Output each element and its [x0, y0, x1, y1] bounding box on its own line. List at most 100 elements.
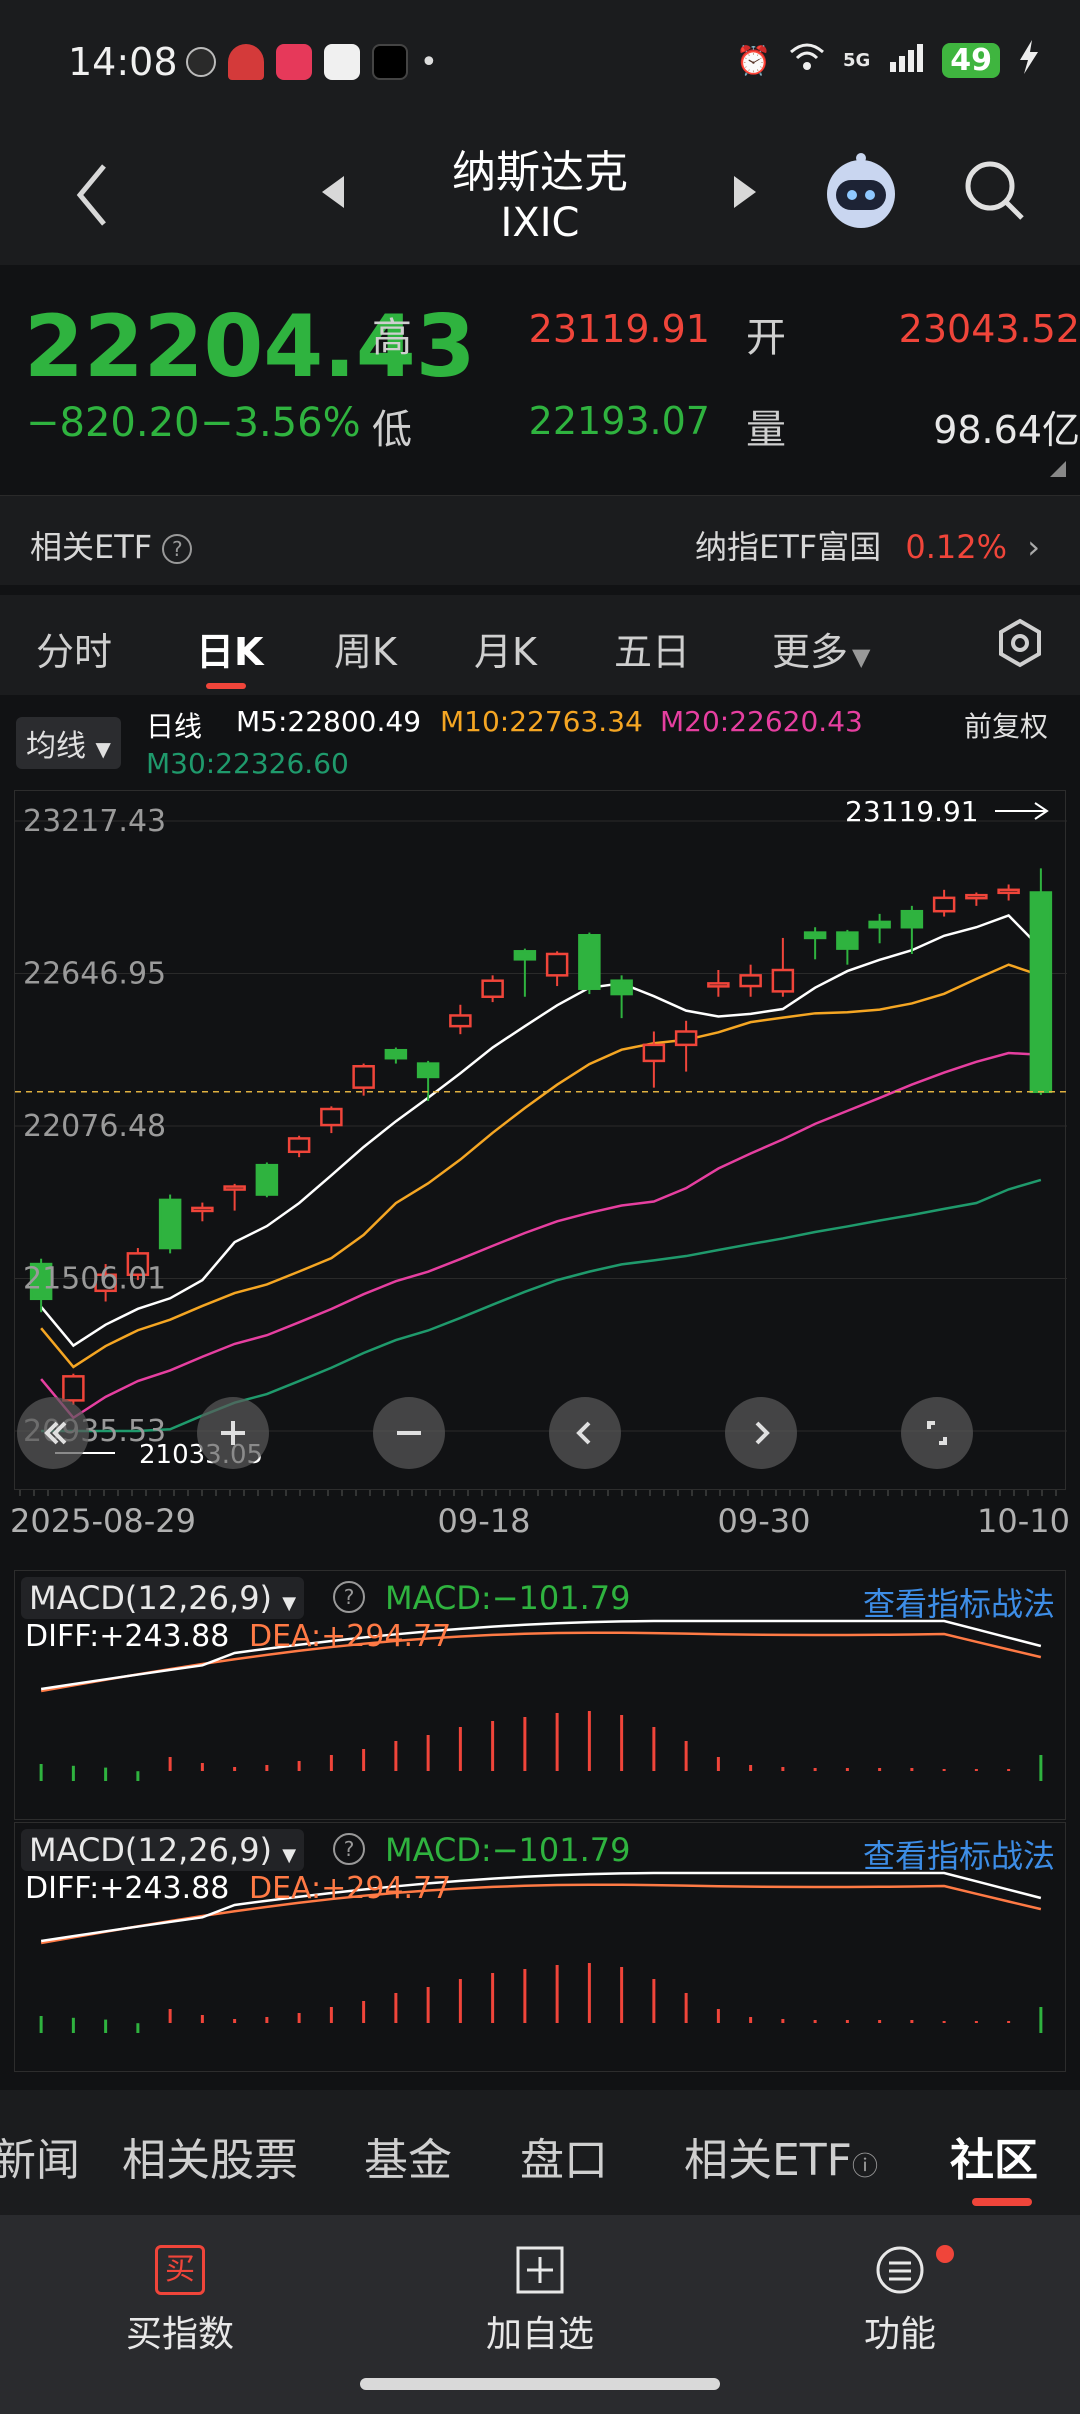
- price-change: −820.20: [26, 400, 200, 446]
- candle-body: [836, 931, 859, 950]
- candle-body: [320, 1107, 343, 1127]
- candle-body: [965, 893, 988, 900]
- help-icon[interactable]: ?: [333, 1581, 365, 1613]
- tab-intraday[interactable]: 分时: [36, 621, 112, 676]
- etf-item[interactable]: 纳指ETF富国 0.12% ›: [695, 522, 1040, 568]
- wechat-icon: [186, 47, 216, 77]
- music-icon: [276, 44, 312, 80]
- volume-value: 98.64亿: [933, 408, 1080, 452]
- y-axis-label: 21506.01: [23, 1261, 166, 1296]
- kline-chart[interactable]: 23217.43 22646.95 22076.48 21506.01 20935.53…: [14, 790, 1067, 1490]
- macd-selector[interactable]: MACD(12,26,9) ▼: [21, 1829, 305, 1871]
- candle-body: [1029, 891, 1053, 1094]
- wifi-icon: [789, 42, 825, 79]
- tab-related-etf[interactable]: 相关ETFⓘ: [684, 2124, 878, 2188]
- info-tabs: 新闻 相关股票 基金 盘口 相关ETFⓘ 社区: [0, 2090, 1080, 2215]
- control-circle: [725, 1397, 797, 1469]
- candle-body: [287, 1137, 311, 1154]
- diff-value: DIFF:+243.88: [25, 1871, 230, 1906]
- indicator-strategy-link[interactable]: 查看指标战法: [863, 1579, 1055, 1625]
- tab-related-stocks[interactable]: 相关股票: [122, 2124, 298, 2188]
- scroll-left-button[interactable]: [549, 1397, 621, 1469]
- caret-down-icon: ▼: [282, 1593, 297, 1614]
- dea-value: DEA:+294.77: [249, 1619, 452, 1654]
- indicator-strategy-link[interactable]: 查看指标战法: [863, 1831, 1055, 1877]
- tab-monthly-k[interactable]: 月K: [474, 621, 537, 676]
- moving-average-row: 均线 ▼ 日线 M5:22800.49 M10:22763.34 M20:226…: [0, 695, 1080, 790]
- tab-news[interactable]: 新闻: [0, 2124, 80, 2188]
- help-icon[interactable]: ?: [162, 534, 193, 564]
- candle-body: [997, 888, 1020, 895]
- macd-panel-2[interactable]: MACD(12,26,9) ▼ ? MACD:−101.79 查看指标战法 DI…: [14, 1822, 1066, 2072]
- y-axis-label: 23217.43: [23, 804, 166, 839]
- ma30-value: M30:22326.60: [146, 747, 349, 780]
- ma30-line: [41, 1178, 1042, 1433]
- photos-icon: [324, 44, 360, 80]
- tab-five-day[interactable]: 五日: [614, 621, 690, 676]
- tab-order-book[interactable]: 盘口: [520, 2124, 608, 2188]
- x-axis-label: 09-18: [438, 1502, 531, 1540]
- chevron-right-icon: ›: [1027, 528, 1040, 566]
- battery-level: 49: [942, 43, 1000, 78]
- candle-body: [513, 950, 537, 961]
- quote-panel: 22204.43 −820.20 −3.56% 高 23119.91 开 230…: [0, 265, 1080, 495]
- high-value: 23119.91: [528, 307, 710, 351]
- tab-funds[interactable]: 基金: [364, 2124, 452, 2188]
- notification-icons: •: [186, 44, 438, 80]
- indicator-selector[interactable]: 均线 ▼: [16, 717, 121, 769]
- macd-value: MACD:−101.79: [385, 1831, 631, 1869]
- candle-body: [62, 1375, 85, 1402]
- robot-assistant-icon[interactable]: [820, 150, 902, 232]
- related-etf-bar[interactable]: 相关ETF ? 纳指ETF富国 0.12% ›: [0, 495, 1080, 585]
- fullscreen-button[interactable]: [901, 1397, 973, 1469]
- tab-daily-k[interactable]: 日K: [196, 621, 263, 676]
- candle-body: [610, 979, 633, 996]
- candle-body: [449, 1014, 472, 1028]
- tab-more[interactable]: 更多 ▼: [772, 621, 870, 676]
- add-square-icon: [516, 2246, 564, 2294]
- macd-value: MACD:−101.79: [385, 1579, 631, 1617]
- buy-index-button[interactable]: 买 买指数: [80, 2245, 280, 2357]
- signal-icon: [888, 42, 924, 79]
- stock-name: 纳斯达克: [452, 147, 628, 198]
- macd-selector[interactable]: MACD(12,26,9) ▼: [21, 1577, 305, 1619]
- charging-icon: [1018, 40, 1040, 81]
- stock-code: IXIC: [500, 200, 580, 246]
- functions-button[interactable]: 功能: [800, 2245, 1000, 2357]
- candle-body: [932, 896, 956, 913]
- status-right: ⏰ 5G 49: [736, 40, 1040, 81]
- candle-body: [384, 1048, 408, 1060]
- home-indicator: [360, 2378, 720, 2390]
- help-icon[interactable]: ?: [333, 1833, 365, 1865]
- caret-down-icon: ▼: [852, 643, 871, 671]
- open-value: 23043.52: [898, 307, 1080, 351]
- kline-svg: 23217.4322646.9522076.4821506.0120935.53…: [15, 795, 1067, 1470]
- zoom-in-button[interactable]: [197, 1397, 269, 1469]
- tab-active-indicator: [972, 2198, 1032, 2206]
- tiktok-icon: [372, 44, 408, 80]
- add-watchlist-button[interactable]: 加自选: [440, 2245, 640, 2357]
- chart-settings-icon[interactable]: [994, 617, 1046, 669]
- price-change-pct: −3.56%: [200, 400, 361, 446]
- zoom-out-button[interactable]: [373, 1397, 445, 1469]
- network-label: 5G: [842, 50, 871, 71]
- alarm-icon: ⏰: [736, 44, 771, 77]
- next-stock-icon[interactable]: [730, 172, 760, 212]
- candle-body: [707, 982, 730, 988]
- adjust-mode[interactable]: 前复权: [964, 705, 1048, 745]
- search-icon[interactable]: [962, 158, 1028, 224]
- scroll-start-button[interactable]: [17, 1397, 89, 1469]
- volume-label: 量: [746, 407, 786, 453]
- candle-body: [191, 1206, 214, 1213]
- candle-body: [739, 974, 762, 988]
- candle-body: [481, 979, 504, 998]
- tab-community[interactable]: 社区: [950, 2124, 1038, 2188]
- scroll-right-button[interactable]: [725, 1397, 797, 1469]
- y-axis-label: 22076.48: [23, 1109, 166, 1144]
- buy-icon: 买: [155, 2245, 205, 2295]
- x-axis-label: 2025-08-29: [10, 1502, 196, 1540]
- macd-panel-1[interactable]: MACD(12,26,9) ▼ ? MACD:−101.79 查看指标战法 DI…: [14, 1570, 1066, 1820]
- candle-body: [771, 968, 795, 993]
- tab-weekly-k[interactable]: 周K: [334, 621, 397, 676]
- status-time: 14:08: [68, 40, 178, 84]
